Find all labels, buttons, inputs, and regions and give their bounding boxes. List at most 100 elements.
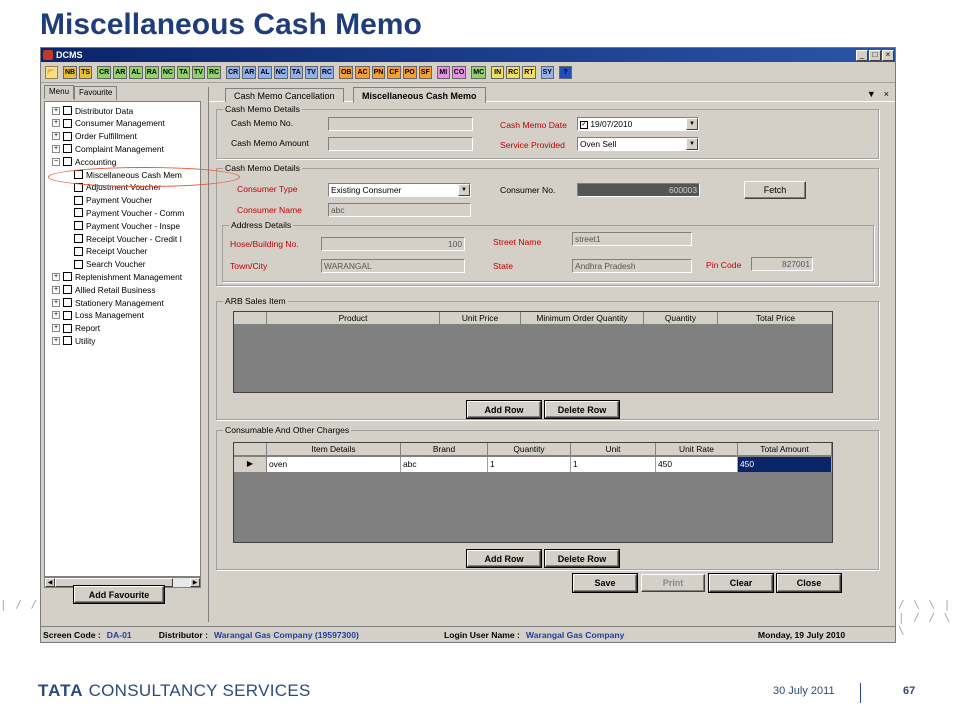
expand-icon[interactable]: + bbox=[52, 298, 60, 307]
expand-icon[interactable]: + bbox=[52, 324, 60, 333]
tree-item[interactable]: + Complaint Management bbox=[52, 142, 164, 155]
tab-dropdown-icon[interactable]: ▼ bbox=[867, 89, 876, 99]
tree-item[interactable]: Receipt Voucher - Credit I bbox=[74, 232, 182, 245]
toolbar-button-pn[interactable]: PN bbox=[371, 66, 386, 79]
tree-checkbox[interactable] bbox=[63, 106, 72, 115]
tree-checkbox[interactable] bbox=[74, 259, 83, 269]
table-row[interactable]: ▶ oven abc 1 1 450 450 bbox=[234, 457, 832, 472]
tree-item[interactable]: + Distributor Data bbox=[52, 104, 133, 117]
tree-item[interactable]: + Report bbox=[52, 322, 100, 335]
save-button[interactable]: Save bbox=[572, 573, 638, 593]
tree-checkbox[interactable] bbox=[63, 131, 72, 141]
scroll-right-arrow-icon[interactable]: ▶ bbox=[190, 578, 200, 587]
cell-item-details[interactable]: oven bbox=[267, 457, 401, 472]
toolbar-button-tv[interactable]: TV bbox=[191, 66, 205, 79]
toolbar-button-ta[interactable]: TA bbox=[289, 66, 303, 79]
hose-building-field[interactable]: 100 bbox=[321, 237, 465, 251]
toolbar-button-rt[interactable]: RT bbox=[522, 66, 536, 79]
tree-item[interactable]: Payment Voucher bbox=[74, 194, 152, 207]
tree-checkbox[interactable] bbox=[63, 310, 72, 320]
consumer-type-select[interactable]: Existing Consumer ▼ bbox=[328, 183, 471, 197]
tree-item[interactable]: Receipt Voucher bbox=[74, 245, 147, 258]
arb-delete-row-button[interactable]: Delete Row bbox=[544, 400, 620, 419]
tree-item[interactable]: Payment Voucher - Comm bbox=[74, 206, 184, 219]
arb-add-row-button[interactable]: Add Row bbox=[466, 400, 542, 419]
street-name-field[interactable]: street1 bbox=[572, 232, 692, 246]
cell-brand[interactable]: abc bbox=[401, 457, 488, 472]
consumable-col-total-amount[interactable]: Total Amount bbox=[738, 443, 832, 456]
toolbar-button-ar[interactable]: AR bbox=[113, 66, 128, 79]
arb-col-total-price[interactable]: Total Price bbox=[718, 312, 832, 325]
tree-checkbox[interactable] bbox=[63, 157, 72, 167]
tree-item[interactable]: + Utility bbox=[52, 334, 95, 347]
toolbar-button-cr[interactable]: CR bbox=[226, 66, 241, 79]
cell-quantity[interactable]: 1 bbox=[488, 457, 571, 472]
toolbar-button-in[interactable]: IN bbox=[491, 66, 505, 79]
tree-item[interactable]: + Stationery Management bbox=[52, 296, 164, 309]
cash-memo-date-picker[interactable]: ✓ 19/07/2010 ▼ bbox=[577, 117, 699, 131]
tree-checkbox[interactable] bbox=[74, 208, 83, 218]
consumable-col-quantity[interactable]: Quantity bbox=[488, 443, 571, 456]
service-provided-select[interactable]: Oven Sell ▼ bbox=[577, 137, 699, 151]
toolbar-button-sy[interactable]: SY bbox=[540, 66, 554, 79]
tab-miscellaneous-cash-memo[interactable]: Miscellaneous Cash Memo bbox=[353, 87, 486, 103]
expand-icon[interactable]: + bbox=[52, 336, 60, 345]
consumable-delete-row-button[interactable]: Delete Row bbox=[544, 549, 620, 568]
close-button[interactable]: Close bbox=[776, 573, 842, 593]
toolbar-button-ac[interactable]: AC bbox=[355, 66, 370, 79]
state-field[interactable]: Andhra Pradesh bbox=[572, 259, 692, 273]
tree-item[interactable]: + Consumer Management bbox=[52, 117, 165, 130]
tree-checkbox[interactable] bbox=[63, 118, 72, 128]
tree-checkbox[interactable] bbox=[63, 336, 72, 346]
toolbar-button-nb[interactable]: NB bbox=[63, 66, 78, 79]
expand-icon[interactable]: + bbox=[52, 119, 60, 128]
toolbar-button-nc[interactable]: NC bbox=[273, 66, 288, 79]
toolbar-button-co[interactable]: CO bbox=[451, 66, 467, 79]
toolbar-button-sf[interactable]: SF bbox=[418, 66, 432, 79]
toolbar-button-cr[interactable]: CR bbox=[97, 66, 112, 79]
toolbar-button-help[interactable]: ? bbox=[558, 66, 572, 79]
tree-item[interactable]: Payment Voucher - Inspe bbox=[74, 219, 180, 232]
toolbar-button-rc[interactable]: RC bbox=[506, 66, 521, 79]
toolbar-button-ta[interactable]: TA bbox=[176, 66, 190, 79]
tree-checkbox[interactable] bbox=[63, 298, 72, 307]
town-city-field[interactable]: WARANGAL bbox=[321, 259, 465, 273]
tree-item[interactable]: − Accounting bbox=[52, 155, 116, 168]
tree-checkbox[interactable] bbox=[63, 272, 72, 282]
cell-unit[interactable]: 1 bbox=[571, 457, 656, 472]
print-button[interactable]: Print bbox=[641, 574, 705, 592]
consumable-grid[interactable]: Item Details Brand Quantity Unit Unit Ra… bbox=[233, 442, 833, 543]
expand-icon[interactable]: + bbox=[52, 106, 60, 115]
date-checkbox[interactable]: ✓ bbox=[580, 120, 588, 129]
tree-checkbox[interactable] bbox=[74, 246, 83, 256]
toolbar-button-al[interactable]: AL bbox=[258, 66, 272, 79]
toolbar-button-cf[interactable]: CF bbox=[387, 66, 401, 79]
toolbar-button-po[interactable]: PO bbox=[402, 66, 417, 79]
tree-checkbox[interactable] bbox=[74, 221, 83, 231]
arb-col-min-order-qty[interactable]: Minimum Order Quantity bbox=[521, 312, 644, 325]
consumable-col-brand[interactable]: Brand bbox=[401, 443, 488, 456]
toolbar-button-al[interactable]: AL bbox=[129, 66, 143, 79]
expand-icon[interactable]: + bbox=[52, 285, 60, 294]
collapse-icon[interactable]: − bbox=[52, 157, 60, 166]
cash-memo-no-field[interactable] bbox=[328, 117, 473, 131]
toolbar-button-ts[interactable]: TS bbox=[79, 66, 93, 79]
tab-close-icon[interactable]: × bbox=[884, 89, 889, 99]
consumable-col-unit[interactable]: Unit bbox=[571, 443, 656, 456]
consumer-name-field[interactable]: abc bbox=[328, 203, 471, 217]
toolbar-button-rc[interactable]: RC bbox=[206, 66, 222, 79]
pin-code-field[interactable]: 827001 bbox=[751, 257, 813, 271]
consumable-col-item-details[interactable]: Item Details bbox=[267, 443, 401, 456]
cell-unit-rate[interactable]: 450 bbox=[656, 457, 738, 472]
expand-icon[interactable]: + bbox=[52, 132, 60, 141]
tree-checkbox[interactable] bbox=[74, 195, 83, 205]
arb-col-quantity[interactable]: Quantity bbox=[644, 312, 718, 325]
consumable-col-unit-rate[interactable]: Unit Rate bbox=[656, 443, 738, 456]
toolbar-button-nc[interactable]: NC bbox=[160, 66, 175, 79]
toolbar-button-mi[interactable]: MI bbox=[436, 66, 450, 79]
expand-icon[interactable]: + bbox=[52, 272, 60, 281]
chevron-down-icon[interactable]: ▼ bbox=[686, 138, 698, 150]
toolbar-button-mc[interactable]: MC bbox=[471, 66, 487, 79]
minimize-button[interactable]: _ bbox=[856, 49, 868, 61]
tree-item[interactable]: + Order Fulfillment bbox=[52, 130, 137, 143]
